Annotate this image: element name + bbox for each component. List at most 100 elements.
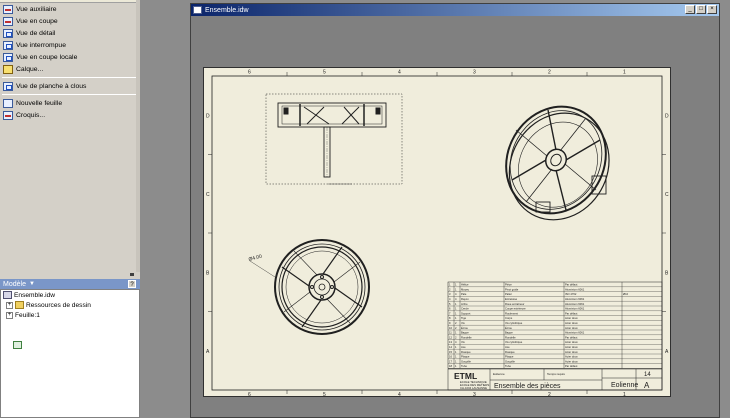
bom-cell: Cercle — [461, 307, 469, 311]
sheet-icon — [13, 341, 22, 349]
bom-cell: ISO 4762 — [565, 292, 577, 296]
drawing-sheet[interactable]: 665544332211DDCCBBAA Ø4.00 1 1 Hélice Pi… — [203, 67, 671, 399]
zone-column-label: 4 — [398, 392, 401, 398]
tool-broken-view[interactable]: Vue interrompue — [0, 39, 140, 51]
tool-section-view[interactable]: Vue en coupe — [0, 15, 140, 27]
bom-cell: Acier doux — [565, 340, 578, 344]
zone-column-label: 4 — [398, 70, 401, 76]
document-titlebar[interactable]: Ensemble.idw _ □ × — [191, 4, 719, 16]
detail-view-icon — [3, 28, 13, 38]
minimize-button[interactable]: _ — [685, 5, 695, 14]
bom-cell: Bague — [505, 331, 513, 335]
bom-cell: Goupille — [505, 359, 515, 363]
bom-cell: Par défaut — [565, 311, 578, 315]
divider — [2, 77, 138, 78]
panel-scrollbar[interactable] — [136, 0, 140, 272]
bom-cell: 15 — [449, 350, 452, 354]
bom-cell: 11 — [449, 331, 452, 335]
bom-cell: 1 — [455, 311, 457, 315]
tool-label: Calque... — [16, 65, 44, 73]
tool-label: Vue de détail — [16, 29, 56, 37]
bom-cell: 12 — [449, 335, 452, 339]
bom-cell: Moyeu — [461, 287, 470, 291]
tree-item-sheet[interactable]: + Feuille:1 — [1, 310, 139, 349]
bom-cell: Tige — [461, 316, 467, 320]
expand-toggle[interactable]: + — [6, 301, 13, 309]
bom-cell: Roulement — [505, 311, 518, 315]
panel-splitter[interactable] — [0, 272, 140, 279]
bom-cell: Aluminium 6061 — [565, 307, 585, 311]
bom-cell: 16 — [449, 355, 452, 359]
maximize-button[interactable]: □ — [696, 5, 706, 14]
bom-cell: Bague — [461, 331, 469, 335]
zone-column-label: 2 — [548, 70, 551, 76]
model-browser-header[interactable]: Modèle ▼ ? — [0, 279, 140, 289]
bom-cell: Axe — [505, 345, 510, 349]
bom-cell: Vis cylindrique — [505, 321, 523, 325]
bom-cell: Tube — [461, 364, 468, 368]
bom-cell: 1 — [455, 350, 457, 354]
tool-label: Vue auxiliaire — [16, 5, 57, 13]
tool-local-section[interactable]: Vue en coupe locale — [0, 51, 140, 63]
bom-cell: 2 — [455, 335, 457, 339]
bom-cell: Par défaut — [565, 335, 578, 339]
drawing-icon — [3, 291, 12, 299]
tree-item-resources[interactable]: + Ressources de dessin — [1, 300, 139, 310]
zone-column-label: 6 — [248, 392, 251, 398]
bom-cell: Flasque — [505, 350, 515, 354]
bom-cell: 4 — [455, 292, 457, 296]
bom-cell: Arbre — [461, 302, 468, 306]
bom-cell: 2 — [455, 326, 457, 330]
local-section-icon — [3, 52, 13, 62]
model-browser-tree: Ensemble.idw + Ressources de dessin + Fe… — [0, 289, 140, 418]
bom-cell: Flasque — [461, 350, 471, 354]
tool-label: Vue en coupe locale — [16, 53, 78, 61]
bom-cell: 1 — [455, 331, 457, 335]
zone-column-label: 6 — [248, 70, 251, 76]
help-icon[interactable]: ? — [128, 280, 136, 288]
bom-cell: Aluminium 6061 — [565, 287, 585, 291]
bom-cell: Hélice — [461, 283, 469, 287]
tool-new-sheet[interactable]: Nouvelle feuille — [0, 97, 140, 109]
tool-auxiliary-view[interactable]: Vue auxiliaire — [0, 3, 140, 15]
tree-item-drawing[interactable]: Ensemble.idw — [1, 290, 139, 300]
tool-label: Vue en coupe — [16, 17, 58, 25]
app-root: Vue auxiliaire Vue en coupe Vue de détai… — [0, 0, 730, 418]
chevron-down-icon[interactable]: ▼ — [29, 281, 35, 287]
bom-cell: Acier doux — [565, 316, 578, 320]
tool-detail-view[interactable]: Vue de détail — [0, 27, 140, 39]
sheet-number: 14 — [644, 372, 651, 378]
divider — [2, 94, 138, 95]
bom-cell: Acier doux — [565, 350, 578, 354]
model-browser-title: Modèle — [3, 280, 26, 288]
tool-overlay[interactable]: Calque... — [0, 63, 140, 75]
bom-cell: Écrou — [505, 325, 513, 330]
zone-row-label: C — [665, 192, 669, 198]
bom-cell: 1 — [455, 307, 457, 311]
zone-row-label: A — [206, 349, 210, 355]
tool-sketch[interactable]: Croquis... — [0, 109, 140, 121]
sheet-graphics: 665544332211D DC CB BA A Ø4.00 1 1 Hélic… — [206, 70, 669, 399]
bom-cell: 10 — [449, 326, 452, 330]
tool-label: Nouvelle feuille — [16, 99, 63, 107]
tool-label: Vue de planche à clous — [16, 82, 87, 90]
bom-cell: Acier doux — [565, 355, 578, 359]
bom-cell: Pièce — [505, 283, 512, 287]
drawing-canvas[interactable]: 665544332211DDCCBBAA Ø4.00 1 1 Hélice Pi… — [191, 16, 719, 417]
isometric-view — [505, 105, 610, 221]
bom-cell: Acier doux — [565, 321, 578, 325]
new-sheet-icon — [3, 98, 13, 108]
overlay-icon — [3, 64, 13, 74]
expand-toggle[interactable]: + — [6, 311, 13, 319]
bill-of-materials: 1 1 Hélice Pièce Par défaut2 1 Moyeu Pivot guid… — [447, 281, 663, 369]
bom-cell: Acier doux — [565, 345, 578, 349]
bom-cell: Plaque — [505, 355, 514, 359]
bom-cell: 2 — [449, 287, 451, 291]
bom-cell: Vis — [461, 340, 465, 344]
zone-column-label: 5 — [323, 392, 326, 398]
close-button[interactable]: × — [707, 5, 717, 14]
tool-nailboard-view[interactable]: Vue de planche à clous — [0, 80, 140, 92]
bom-cell: 13 — [449, 340, 452, 344]
bom-cell: 17 — [449, 359, 452, 363]
date-label: Temps requis — [547, 372, 565, 376]
